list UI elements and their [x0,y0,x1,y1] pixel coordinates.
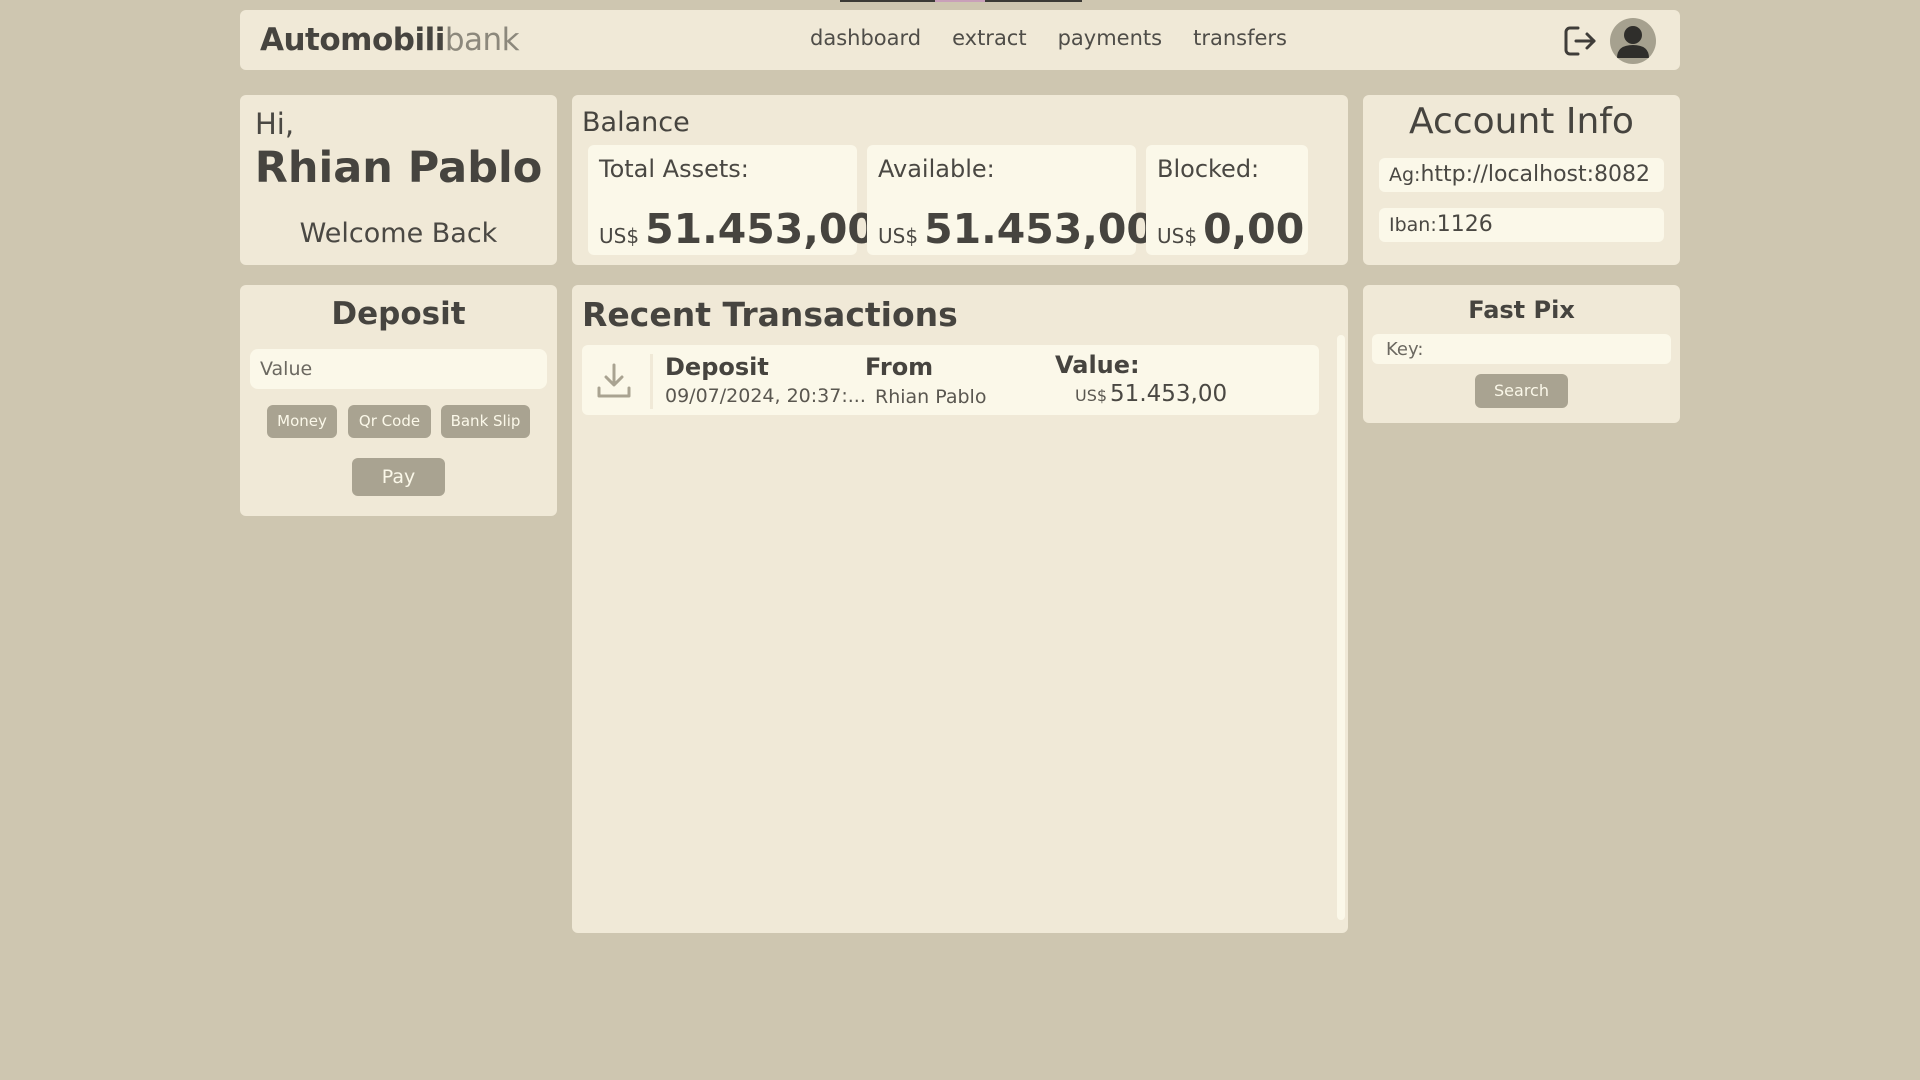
search-button[interactable]: Search [1475,374,1568,408]
currency-label: US$ [599,224,640,248]
total-assets-value: 51.453,00 [645,205,876,253]
currency-label: US$ [1157,224,1198,248]
account-info-card: Account Info Ag:http://localhost:8082 Ib… [1363,95,1680,265]
blocked-amount: US$ 0,00 [1157,205,1304,253]
balance-card: Balance Total Assets: US$ 51.453,00 Avail… [572,95,1348,265]
top-navbar: Automobilibank dashboard extract payment… [240,10,1680,70]
nav-link-payments[interactable]: payments [1058,26,1163,50]
agency-value: http://localhost:8082 [1420,162,1651,187]
nav-link-extract[interactable]: extract [952,26,1027,50]
nav-link-dashboard[interactable]: dashboard [810,26,921,50]
available-label: Available: [878,155,995,183]
brand-name-strong: Automobili [260,22,445,58]
balance-title: Balance [582,107,690,138]
transaction-currency: US$ [1075,386,1108,405]
iban-key: Iban: [1389,214,1437,236]
recent-transactions-card: Recent Transactions Deposit 09/07/2024, … [572,285,1348,933]
transaction-date: 09/07/2024, 20:37:... [665,385,866,407]
total-assets-box: Total Assets: US$ 51.453,00 [588,145,876,255]
transaction-row[interactable]: Deposit 09/07/2024, 20:37:... From Rhian… [582,345,1319,415]
pay-button[interactable]: Pay [352,458,445,496]
deposit-card: Deposit Money Qr Code Bank Slip Pay [240,285,557,516]
user-name: Rhian Pablo [254,143,543,193]
agency-info: Ag:http://localhost:8082 [1379,158,1664,192]
transaction-from-label: From [865,353,934,381]
method-bank-slip-button[interactable]: Bank Slip [441,405,530,438]
recent-transactions-title: Recent Transactions [582,295,958,334]
brand-name-light: bank [444,22,520,58]
account-info-title: Account Info [1409,101,1634,142]
brand-logo[interactable]: Automobilibank [260,22,520,58]
main-nav: dashboard extract payments transfers [810,26,1287,50]
transaction-type: Deposit [665,353,769,381]
welcome-text: Welcome Back [299,218,498,249]
currency-label: US$ [878,224,919,248]
method-qr-code-button[interactable]: Qr Code [348,405,431,438]
available-box: Available: US$ 51.453,00 [867,145,1155,255]
top-progress-accent [935,0,985,2]
total-assets-amount: US$ 51.453,00 [599,205,876,253]
pix-key-input[interactable] [1372,334,1671,364]
transaction-divider [650,354,653,409]
logout-icon[interactable] [1562,24,1598,58]
blocked-box: Blocked: US$ 0,00 [1146,145,1308,255]
user-avatar-icon[interactable] [1610,18,1656,64]
transaction-amount: US$ 51.453,00 [1075,381,1227,407]
transaction-value-label: Value: [1055,351,1140,379]
blocked-label: Blocked: [1157,155,1260,183]
fast-pix-card: Fast Pix Search [1363,285,1680,423]
available-value: 51.453,00 [924,205,1155,253]
total-assets-label: Total Assets: [599,155,749,183]
agency-key: Ag: [1389,164,1421,186]
transaction-from: Rhian Pablo [875,386,987,408]
transactions-scrollbar[interactable] [1337,335,1345,920]
fast-pix-title: Fast Pix [1468,296,1575,324]
deposit-title: Deposit [331,296,466,332]
available-amount: US$ 51.453,00 [878,205,1155,253]
transaction-value: 51.453,00 [1110,381,1228,407]
nav-link-transfers[interactable]: transfers [1193,26,1287,50]
iban-info: Iban:1126 [1379,208,1664,242]
iban-value: 1126 [1436,212,1493,237]
deposit-value-input[interactable] [250,349,547,389]
greeting-hi: Hi, [255,107,295,141]
blocked-value: 0,00 [1203,205,1305,253]
greeting-card: Hi, Rhian Pablo Welcome Back [240,95,557,265]
download-icon [596,362,632,400]
method-money-button[interactable]: Money [267,405,337,438]
